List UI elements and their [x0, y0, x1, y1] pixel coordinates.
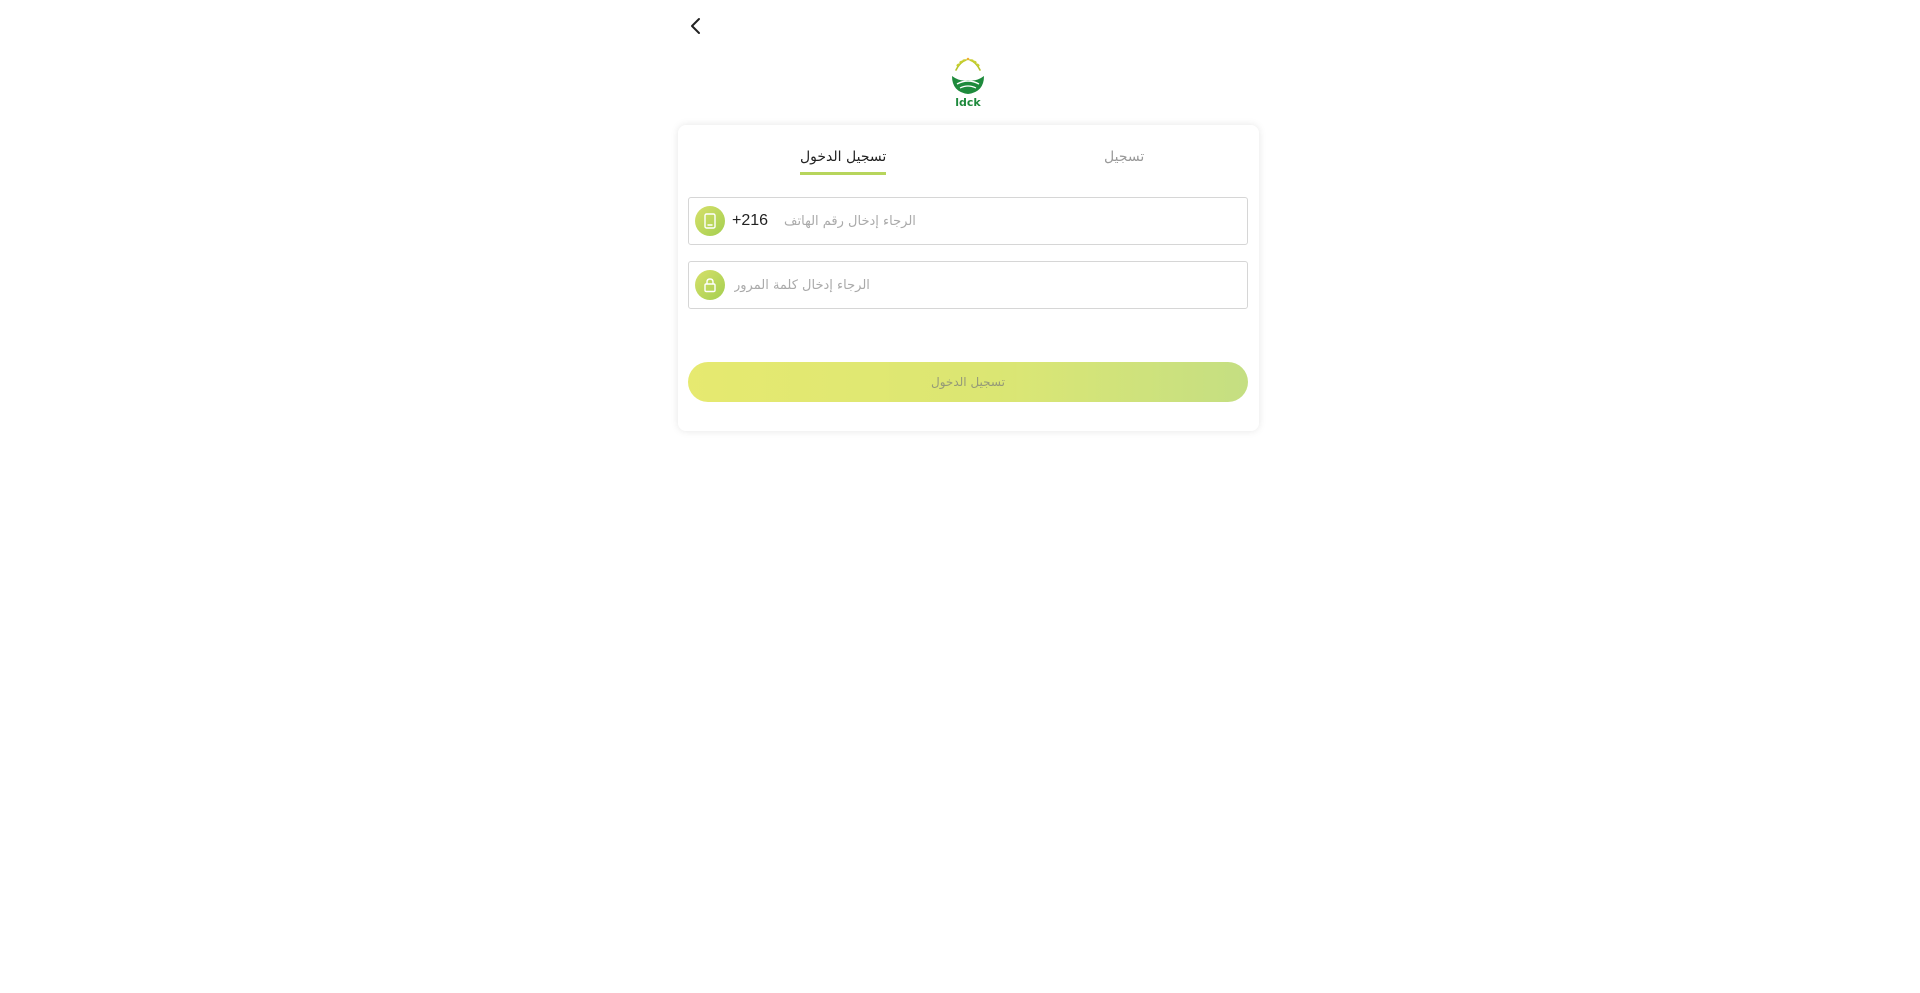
chevron-left-icon: [691, 18, 700, 34]
password-field: [688, 261, 1248, 309]
country-code-selector[interactable]: +216: [732, 212, 768, 230]
phone-input[interactable]: [784, 201, 1247, 241]
login-card: تسجيل الدخول تسجيل +216 تسجيل الدخ: [678, 125, 1259, 431]
auth-tabs: تسجيل الدخول تسجيل: [678, 125, 1259, 180]
tab-login[interactable]: تسجيل الدخول: [800, 149, 887, 175]
phone-field: +216: [688, 197, 1248, 245]
tab-register[interactable]: تسجيل: [1104, 149, 1144, 165]
logo-text: ldck: [955, 96, 981, 108]
phone-icon: [695, 206, 725, 236]
app-logo: ldck: [952, 57, 984, 108]
back-button[interactable]: [684, 14, 708, 38]
lock-icon: [695, 270, 725, 300]
login-page: ldck تسجيل الدخول تسجيل +216 الرجاء إدخا…: [0, 0, 1920, 993]
password-input[interactable]: [734, 265, 1247, 305]
login-submit-button[interactable]: تسجيل الدخول: [688, 362, 1248, 402]
